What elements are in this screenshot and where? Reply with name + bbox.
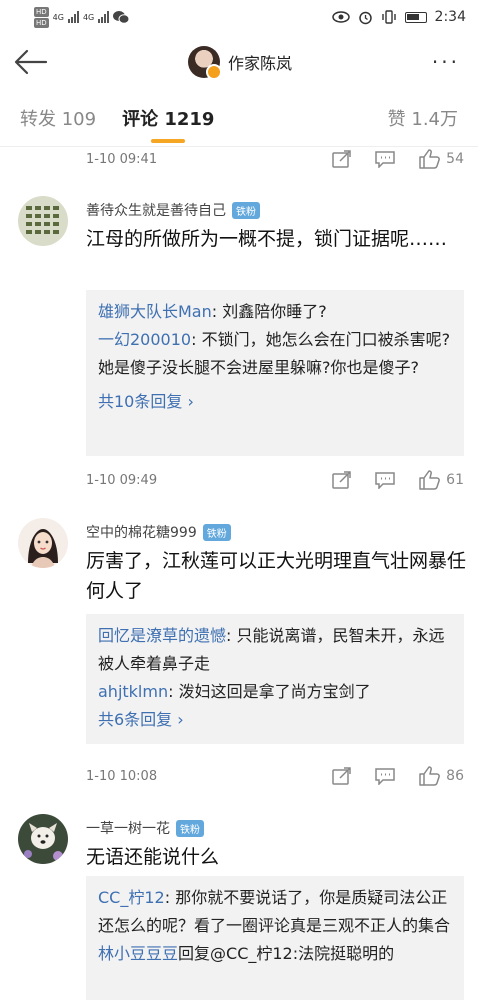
calligraphy-avatar-image (18, 196, 68, 246)
like-count: 54 (446, 151, 464, 167)
page-title: 作家陈岚 (227, 54, 292, 73)
reply-box[interactable]: CC_柠12: 那你就不要说话了，你是质疑司法公正还怎么的呢？看了一圈评论真是三… (86, 876, 464, 1000)
comment-icon (375, 151, 395, 168)
reply-item: 雄狮大队长Man: 刘鑫陪你睡了? (98, 298, 452, 326)
eye-icon (331, 11, 350, 23)
tab-likes[interactable]: 赞 1.4万 (388, 105, 458, 131)
vibrate-icon (381, 10, 396, 24)
like-count: 86 (446, 768, 464, 784)
fan-badge: 铁粉 (202, 523, 231, 541)
alarm-icon (358, 11, 372, 24)
network-label: 4G (52, 12, 64, 22)
reply-item: 一幻200010: 不锁门，她怎么会在门口被杀害呢?她是傻子没长腿不会进屋里躲嘛… (98, 326, 452, 382)
reply-author[interactable]: 林小豆豆豆 (98, 944, 178, 963)
reply-author[interactable]: 回忆是潦草的遗憾 (98, 626, 226, 645)
share-button[interactable] (332, 767, 352, 785)
reply-button[interactable] (374, 471, 396, 489)
girl-illustration-avatar (18, 518, 68, 568)
reply-text: 回复@CC_柠12:法院挺聪明的 (178, 944, 395, 963)
tab-comments[interactable]: 评论 1219 (122, 105, 214, 131)
more-options-icon[interactable]: ··· (432, 50, 460, 74)
wechat-icon (113, 10, 130, 24)
comment-icon (375, 768, 395, 785)
share-icon (332, 471, 351, 489)
comment-text: 厉害了，江秋莲可以正大光明理直气壮网暴任何人了 (86, 550, 467, 602)
profile-header[interactable]: 作家陈岚 (187, 46, 292, 80)
action-icons: 54 (332, 149, 464, 169)
like-button[interactable]: 86 (418, 766, 464, 786)
reply-box[interactable]: 雄狮大队长Man: 刘鑫陪你睡了? 一幻200010: 不锁门，她怎么会在门口被… (86, 290, 464, 456)
comment-icon (375, 472, 395, 489)
reply-author[interactable]: 雄狮大队长Man (98, 302, 212, 321)
hd-badge: HD (34, 6, 49, 17)
reply-item: ahjtklmn: 泼妇这回是拿了尚方宝剑了 (98, 678, 452, 706)
avatar[interactable] (18, 518, 68, 568)
comment-actions: 1-10 09:41 54 (86, 147, 464, 171)
tab-forward[interactable]: 转发 109 (20, 105, 96, 131)
reply-author[interactable]: CC_柠12 (98, 888, 165, 907)
action-icons: 86 (332, 766, 464, 786)
more-replies-link[interactable]: 共6条回复 › (98, 706, 452, 734)
comment-header: 一草一树一花 铁粉 (86, 818, 204, 838)
reply-author[interactable]: ahjtklmn (98, 682, 168, 701)
hd-badge: HD (34, 17, 49, 28)
comment-text: 江母的所做所为一概不提，锁门证据呢…… (86, 228, 448, 250)
status-time: 2:34 (434, 9, 466, 25)
comment-actions: 1-10 10:08 86 (86, 764, 464, 788)
comment-time: 1-10 10:08 (86, 768, 158, 784)
share-icon (332, 767, 351, 785)
avatar[interactable] (187, 46, 222, 80)
status-right: 2:34 (331, 9, 466, 25)
username[interactable]: 一草一树一花 (86, 818, 170, 838)
hd-indicators: HD HD (34, 6, 49, 28)
like-count: 61 (446, 472, 464, 488)
avatar[interactable] (18, 196, 68, 246)
thumbs-up-icon (419, 470, 441, 490)
status-bar: HD HD 4G 4G 2:34 (0, 0, 478, 34)
reply-item: CC_柠12: 那你就不要说话了，你是质疑司法公正还怎么的呢？看了一圈评论真是三… (98, 884, 452, 940)
action-icons: 61 (332, 470, 464, 490)
like-button[interactable]: 54 (418, 149, 464, 169)
signal-icon (67, 11, 79, 23)
comment-time: 1-10 09:49 (86, 472, 158, 488)
username[interactable]: 善待众生就是善待自己 (86, 200, 226, 220)
fan-badge: 铁粉 (232, 201, 260, 219)
comment-text: 无语还能说什么 (86, 846, 220, 868)
network-label: 4G (82, 12, 95, 22)
thumbs-up-icon (419, 149, 441, 169)
more-replies-link[interactable]: 共10条回复 › (98, 388, 452, 416)
reply-item: 林小豆豆豆回复@CC_柠12:法院挺聪明的 (98, 940, 452, 968)
comment-actions: 1-10 09:49 61 (86, 468, 464, 492)
reply-box[interactable]: 回忆是潦草的遗憾: 只能说离谱，民智未开，永远被人牵着鼻子走 ahjtklmn:… (86, 614, 464, 744)
reply-author[interactable]: 一幻200010 (98, 330, 191, 349)
status-left: HD HD 4G 4G (34, 6, 130, 28)
reply-text: : 刘鑫陪你睡了? (211, 302, 327, 321)
thumbs-up-icon (419, 766, 441, 786)
comment-header: 善待众生就是善待自己 铁粉 (86, 200, 260, 220)
reply-item: 回忆是潦草的遗憾: 只能说离谱，民智未开，永远被人牵着鼻子走 (98, 622, 452, 678)
share-icon (332, 150, 351, 168)
comment-header: 空中的棉花糖999 铁粉 (86, 522, 231, 542)
username[interactable]: 空中的棉花糖999 (86, 522, 197, 542)
reply-button[interactable] (374, 150, 396, 168)
reply-button[interactable] (374, 767, 396, 785)
arrow-left-icon (14, 49, 48, 75)
top-nav: 作家陈岚 ··· (0, 34, 478, 90)
battery-icon (404, 11, 427, 23)
dog-avatar-image (18, 814, 68, 864)
back-button[interactable] (14, 45, 48, 79)
fan-badge: 铁粉 (176, 819, 204, 837)
share-button[interactable] (332, 150, 352, 168)
reply-text: : 泼妇这回是拿了尚方宝剑了 (168, 682, 371, 701)
tab-bar: 转发 109 评论 1219 赞 1.4万 (0, 92, 478, 144)
like-button[interactable]: 61 (418, 470, 464, 490)
share-button[interactable] (332, 471, 352, 489)
comment-time: 1-10 09:41 (86, 151, 158, 167)
signal-icon (98, 11, 110, 23)
avatar[interactable] (18, 814, 68, 864)
